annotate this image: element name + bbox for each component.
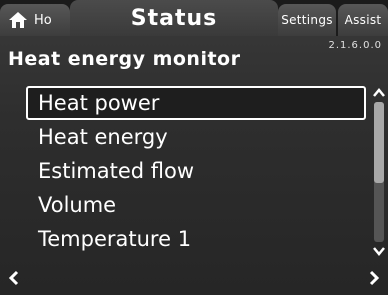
tab-home[interactable]: Ho bbox=[0, 4, 70, 36]
scroll-thumb[interactable] bbox=[374, 102, 384, 183]
chevron-up-icon[interactable] bbox=[372, 86, 386, 100]
scrollbar[interactable] bbox=[372, 86, 386, 258]
scroll-track[interactable] bbox=[374, 102, 384, 242]
menu-item-heat-energy[interactable]: Heat energy bbox=[26, 120, 366, 154]
menu-item-label: Temperature 1 bbox=[38, 227, 192, 251]
firmware-version: 2.1.6.0.0 bbox=[328, 40, 382, 51]
chevron-down-icon[interactable] bbox=[372, 244, 386, 258]
tab-settings[interactable]: Settings bbox=[278, 4, 336, 36]
tab-assist[interactable]: Assist bbox=[338, 4, 388, 36]
menu-item-label: Estimated flow bbox=[38, 159, 195, 183]
tab-bar: Ho Status Settings Assist bbox=[0, 0, 388, 36]
chevron-left-icon[interactable] bbox=[6, 269, 22, 287]
menu-item-heat-power[interactable]: Heat power bbox=[26, 86, 366, 120]
menu-item-temperature-1[interactable]: Temperature 1 bbox=[26, 222, 366, 256]
menu-item-label: Volume bbox=[38, 193, 117, 217]
tab-assist-label: Assist bbox=[344, 13, 382, 27]
home-icon bbox=[9, 12, 27, 28]
tab-status[interactable]: Status bbox=[70, 0, 278, 36]
screen: Ho Status Settings Assist 2.1.6.0.0 Heat… bbox=[0, 0, 388, 295]
tab-home-label: Ho bbox=[34, 12, 52, 28]
tab-settings-label: Settings bbox=[281, 13, 333, 27]
menu-item-volume[interactable]: Volume bbox=[26, 188, 366, 222]
page-title: Heat energy monitor bbox=[8, 48, 241, 70]
menu-item-label: Heat power bbox=[38, 91, 160, 115]
menu-item-label: Heat energy bbox=[38, 125, 168, 149]
menu-item-estimated-flow[interactable]: Estimated flow bbox=[26, 154, 366, 188]
menu-list: Heat power Heat energy Estimated flow Vo… bbox=[26, 86, 366, 258]
chevron-right-icon[interactable] bbox=[366, 269, 382, 287]
tab-status-label: Status bbox=[130, 5, 218, 31]
